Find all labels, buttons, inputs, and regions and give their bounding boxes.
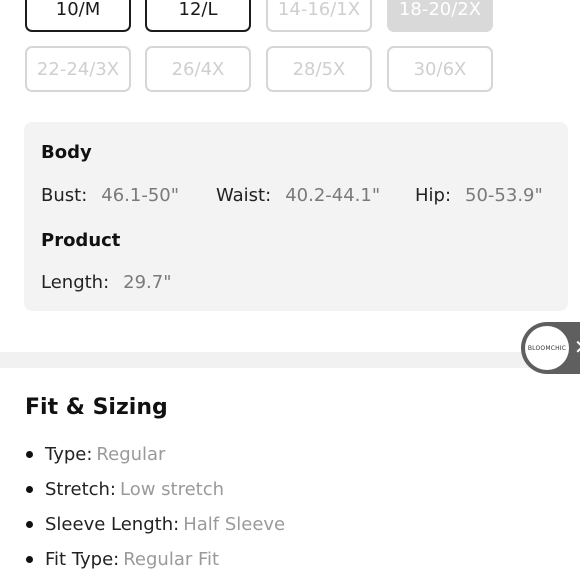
size-option-18-20-2x[interactable]: 18-20/2X: [387, 0, 493, 32]
sleeve-length-label: Sleeve Length:: [45, 514, 180, 535]
product-heading: Product: [41, 230, 121, 251]
measurements-card: Body Bust: 46.1-50" Waist: 40.2-44.1" Hip:…: [24, 122, 568, 311]
bullet-icon: [26, 451, 33, 458]
list-item: Type: Regular: [25, 437, 285, 472]
size-option-28-5x[interactable]: 28/5X: [266, 46, 372, 92]
bust-measurement: Bust: 46.1-50": [41, 185, 179, 206]
body-heading: Body: [41, 142, 92, 163]
bust-value: 46.1-50": [101, 185, 180, 206]
length-value: 29.7": [123, 272, 172, 293]
size-option-12-l[interactable]: 12/L: [145, 0, 251, 32]
type-value: Regular: [96, 444, 166, 465]
brand-logo[interactable]: BLOOMCHIC: [525, 326, 569, 370]
waist-value: 40.2-44.1": [285, 185, 381, 206]
bullet-icon: [26, 556, 33, 563]
fit-sizing-list: Type: Regular Stretch: Low stretch Sleev…: [25, 437, 285, 577]
length-label: Length:: [41, 272, 110, 293]
stretch-label: Stretch:: [45, 479, 116, 500]
bullet-icon: [26, 521, 33, 528]
bust-label: Bust:: [41, 185, 88, 206]
waist-measurement: Waist: 40.2-44.1": [216, 185, 380, 206]
sleeve-length-value: Half Sleeve: [183, 514, 286, 535]
length-measurement: Length: 29.7": [41, 272, 172, 293]
fit-type-label: Fit Type:: [45, 549, 120, 570]
list-item: Fit Type: Regular Fit: [25, 542, 285, 577]
close-icon[interactable]: ✕: [574, 336, 580, 358]
stretch-value: Low stretch: [120, 479, 225, 500]
size-option-22-24-3x[interactable]: 22-24/3X: [25, 46, 131, 92]
size-option-10-m[interactable]: 10/M: [25, 0, 131, 32]
fit-type-value: Regular Fit: [123, 549, 220, 570]
bullet-icon: [26, 486, 33, 493]
size-option-14-16-1x[interactable]: 14-16/1X: [266, 0, 372, 32]
hip-value: 50-53.9": [465, 185, 543, 206]
hip-label: Hip:: [415, 185, 452, 206]
size-option-26-4x[interactable]: 26/4X: [145, 46, 251, 92]
waist-label: Waist:: [216, 185, 272, 206]
fit-sizing-title: Fit & Sizing: [25, 395, 168, 420]
hip-measurement: Hip: 50-53.9": [415, 185, 543, 206]
section-divider: [0, 352, 580, 368]
size-option-30-6x[interactable]: 30/6X: [387, 46, 493, 92]
list-item: Stretch: Low stretch: [25, 472, 285, 507]
list-item: Sleeve Length: Half Sleeve: [25, 507, 285, 542]
type-label: Type:: [45, 444, 93, 465]
floating-brand-badge[interactable]: BLOOMCHIC ✕: [521, 322, 580, 374]
